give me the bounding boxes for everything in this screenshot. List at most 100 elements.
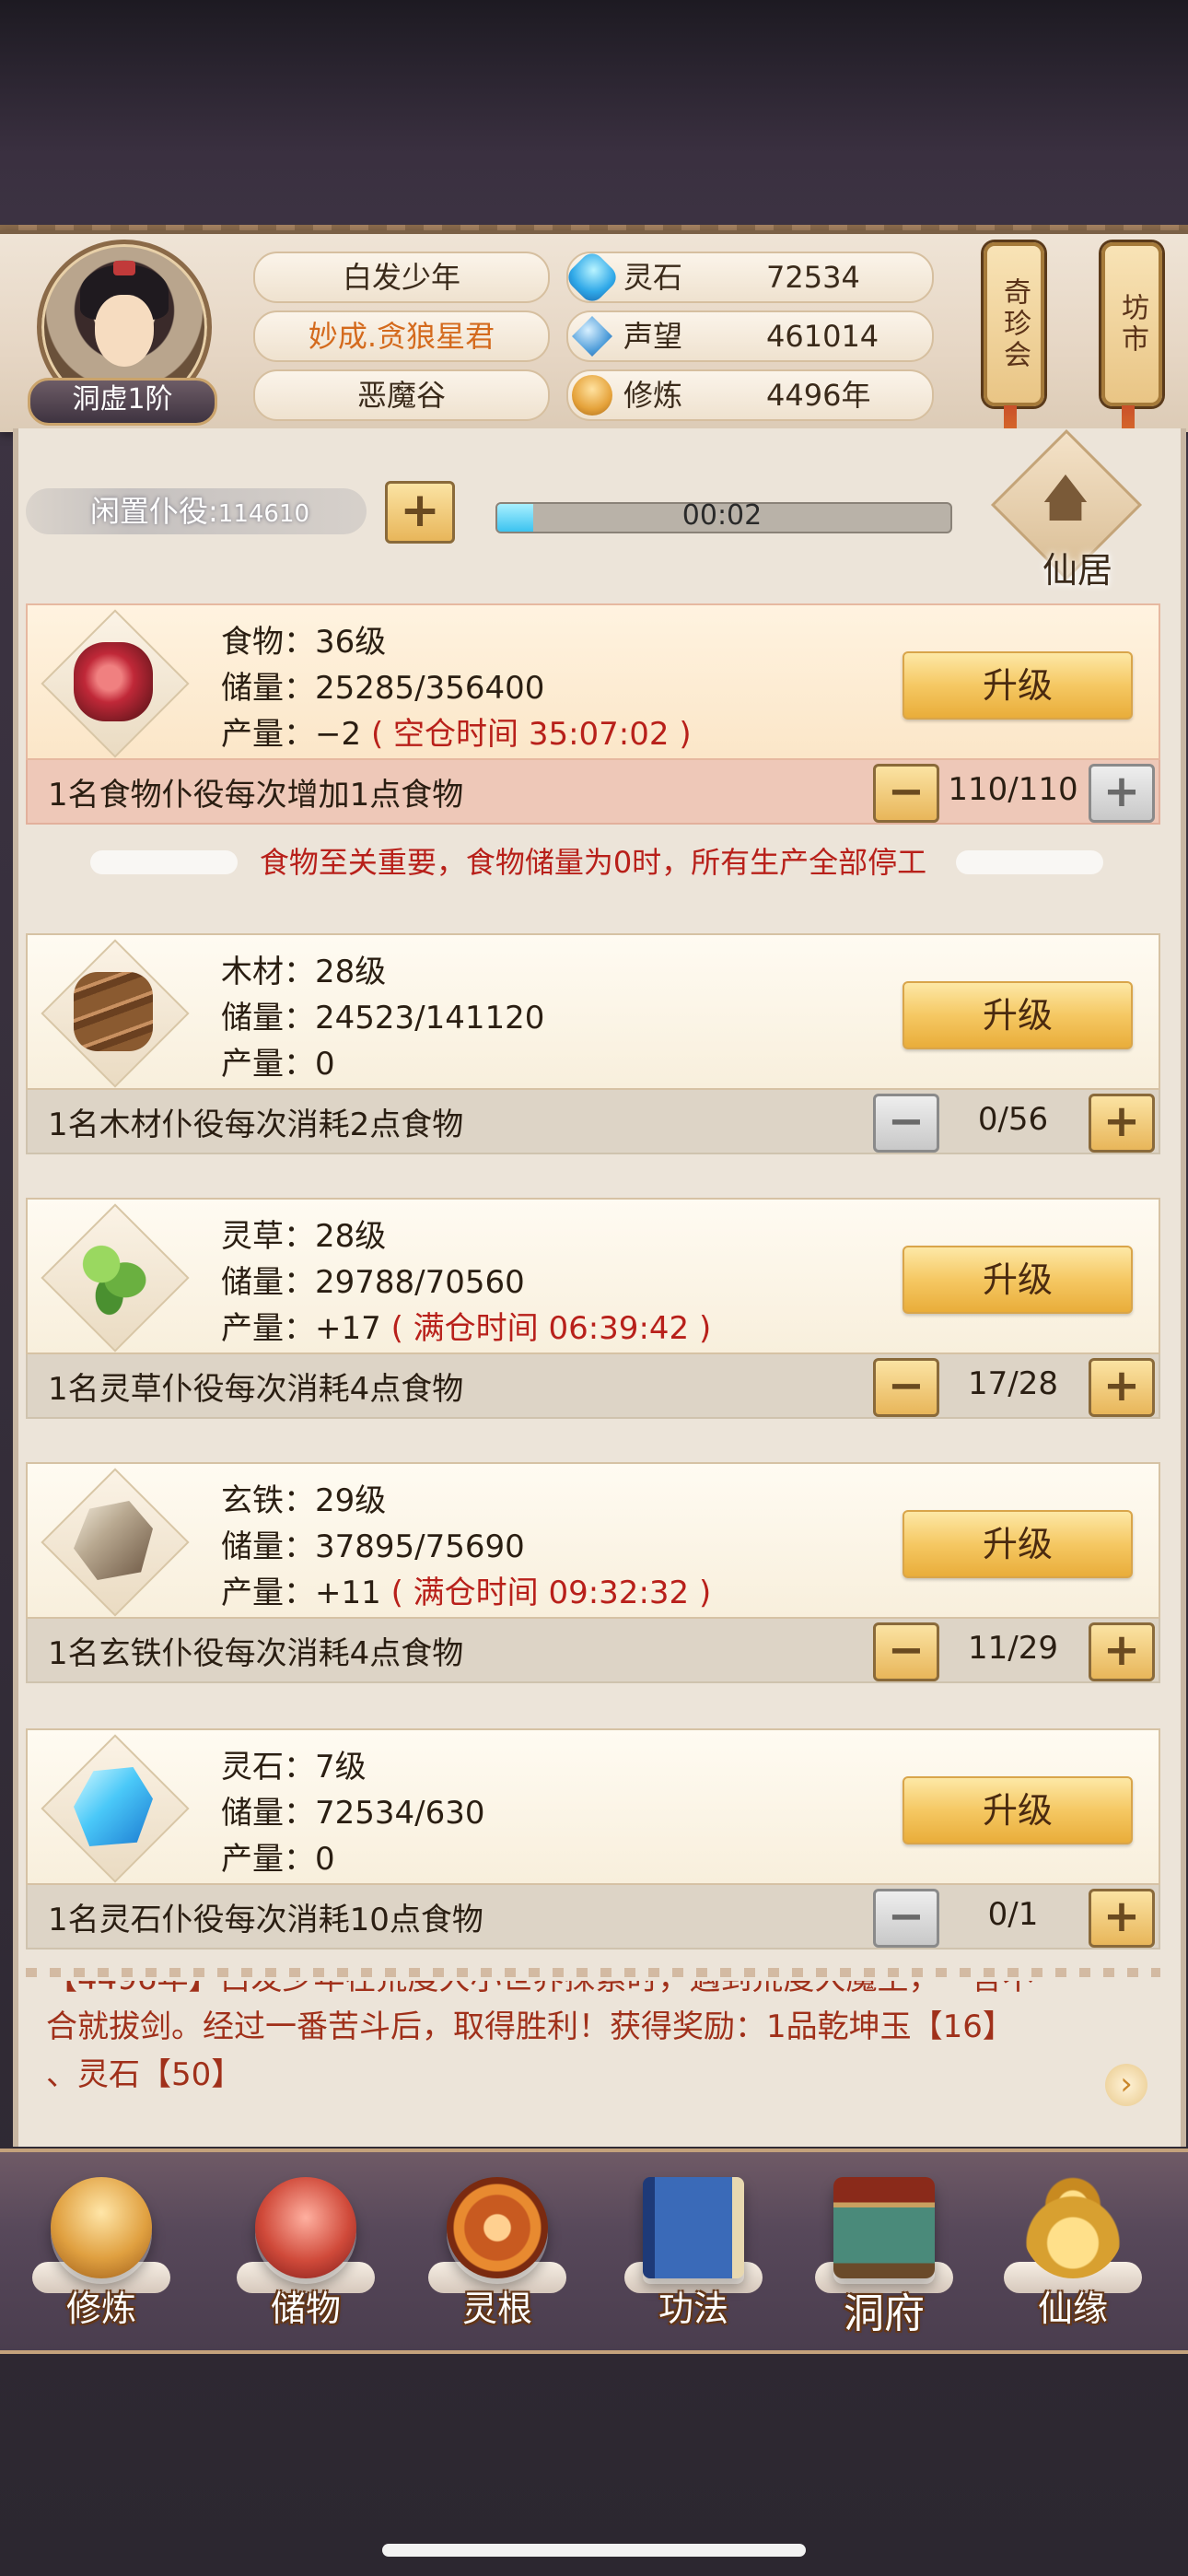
resource-level: 木材：28级 [221, 954, 387, 990]
log-line: 【4496年】白发少年在荒度大小世界探索时，遇到荒度大魔王，一言不 [46, 1981, 1133, 2003]
nav-fortune[interactable]: 仙缘 [995, 2160, 1151, 2345]
nav-spirit-root[interactable]: 灵根 [419, 2160, 576, 2345]
resource-card-iron: 玄铁：29级 储量：37895/75690 产量：+11 ( 满仓时间 09:3… [26, 1462, 1160, 1683]
servant-count: 0/56 [977, 1101, 1049, 1138]
add-servant-button[interactable]: + [385, 481, 455, 544]
stat-value: 4496年 [766, 378, 871, 413]
nav-label: 仙缘 [1037, 2289, 1108, 2329]
increase-servant-button[interactable]: + [1089, 1889, 1155, 1948]
resource-card-food: 食物：36级 储量：25285/356400 产量：−2 ( 空仓时间 35:0… [26, 603, 1160, 825]
servant-description: 1名灵石仆役每次消耗10点食物 [48, 1902, 483, 1938]
treasure-pavilion-button[interactable]: 奇珍会 [984, 242, 1044, 406]
increase-servant-button[interactable]: + [1089, 764, 1155, 823]
event-log-text: 【4496年】白发少年在荒度大小世界探索时，遇到荒度大魔王，一言不 合就拔剑。经… [46, 1981, 1133, 2099]
resource-production: 产量：0 [221, 1833, 335, 1879]
nav-technique[interactable]: 功法 [615, 2160, 772, 2345]
production-value: 产量：+11 [221, 1575, 381, 1611]
meat-icon [74, 642, 153, 721]
wood-logs-icon [74, 972, 153, 1051]
log-expand-arrow-icon[interactable]: › [1105, 2064, 1147, 2106]
rank-badge: 洞虚1阶 [28, 378, 217, 426]
player-title[interactable]: 妙成.贪狼星君 [253, 310, 550, 362]
stat-value: 461014 [766, 319, 879, 354]
log-divider [26, 1968, 1160, 1977]
technique-book-icon [643, 2177, 744, 2278]
stat-label: 灵石 [623, 260, 683, 295]
increase-servant-button[interactable]: + [1089, 1094, 1155, 1153]
nav-label: 灵根 [461, 2289, 532, 2329]
decrease-servant-button[interactable]: − [873, 1889, 939, 1948]
servant-description: 1名木材仆役每次消耗2点食物 [48, 1107, 464, 1143]
cloud-ornament [90, 850, 238, 874]
servant-row: 1名玄铁仆役每次消耗4点食物 − 11/29 + [26, 1619, 1160, 1683]
upgrade-button[interactable]: 升级 [903, 1510, 1133, 1578]
cave-dwelling-icon [833, 2177, 935, 2278]
player-location: 恶魔谷 [253, 369, 550, 421]
resource-production: 产量：+11 ( 满仓时间 09:32:32 ) [221, 1567, 711, 1612]
idle-servants-label: 闲置仆役:114610 [26, 488, 367, 534]
resource-level: 灵石：7级 [221, 1749, 367, 1786]
nav-label: 储物 [270, 2289, 341, 2329]
servant-description: 1名食物仆役每次增加1点食物 [48, 777, 464, 814]
log-line: 合就拔剑。经过一番苦斗后，取得胜利！获得奖励：1品乾坤玉【16】 [46, 2008, 1014, 2045]
storage-bag-icon [255, 2177, 356, 2278]
avatar-face [95, 295, 154, 367]
log-line: 、灵石【50】 [46, 2056, 243, 2093]
servant-description: 1名灵草仆役每次消耗4点食物 [48, 1371, 464, 1408]
nav-storage[interactable]: 储物 [227, 2160, 384, 2345]
resource-storage: 储量：37895/75690 [221, 1528, 525, 1565]
servant-count: 110/110 [948, 771, 1078, 808]
decrease-servant-button[interactable]: − [873, 764, 939, 823]
stat-spirit-stone: 灵石 72534 [563, 248, 934, 307]
resource-storage: 储量：24523/141120 [221, 1000, 545, 1036]
servant-row: 1名木材仆役每次消耗2点食物 − 0/56 + [26, 1090, 1160, 1154]
idle-servants-count: 114610 [217, 500, 310, 528]
decrease-servant-button[interactable]: − [873, 1622, 939, 1681]
resource-storage: 储量：72534/630 [221, 1795, 485, 1832]
resource-card-top: 玄铁：29级 储量：37895/75690 产量：+11 ( 满仓时间 09:3… [26, 1462, 1160, 1619]
spirit-herb-icon [74, 1236, 153, 1316]
idle-servants-text: 闲置仆役: [90, 494, 218, 529]
production-note: ( 满仓时间 06:39:42 ) [390, 1310, 712, 1347]
upgrade-button[interactable]: 升级 [903, 651, 1133, 720]
production-value: 产量：0 [221, 1046, 335, 1083]
stat-label: 声望 [623, 319, 683, 354]
event-log[interactable]: 【4496年】白发少年在荒度大小世界探索时，遇到荒度大魔王，一言不 合就拔剑。经… [26, 1981, 1160, 2142]
production-value: 产量：+17 [221, 1310, 381, 1347]
resource-card-top: 木材：28级 储量：24523/141120 产量：0 升级 [26, 933, 1160, 1090]
increase-servant-button[interactable]: + [1089, 1622, 1155, 1681]
stat-label: 修炼 [623, 378, 683, 413]
decrease-servant-button[interactable]: − [873, 1358, 939, 1417]
home-indicator[interactable] [382, 2544, 806, 2557]
resource-card-wood: 木材：28级 储量：24523/141120 产量：0 升级 1名木材仆役每次消… [26, 933, 1160, 1154]
servant-description: 1名玄铁仆役每次消耗4点食物 [48, 1635, 464, 1672]
resource-card-top: 食物：36级 储量：25285/356400 产量：−2 ( 空仓时间 35:0… [26, 603, 1160, 760]
resource-card-top: 灵石：7级 储量：72534/630 产量：0 升级 [26, 1728, 1160, 1885]
nav-label: 功法 [658, 2289, 728, 2329]
market-button[interactable]: 坊市 [1101, 242, 1162, 406]
production-value: 产量：−2 [221, 716, 362, 753]
upgrade-button[interactable]: 升级 [903, 1776, 1133, 1844]
servant-count: 17/28 [968, 1365, 1058, 1402]
decrease-servant-button[interactable]: − [873, 1094, 939, 1153]
cultivation-icon [572, 375, 612, 416]
player-name: 白发少年 [253, 252, 550, 303]
servant-row: 1名食物仆役每次增加1点食物 − 110/110 + [26, 760, 1160, 825]
stat-value: 72534 [766, 260, 860, 295]
upgrade-button[interactable]: 升级 [903, 1246, 1133, 1314]
recruit-timer: 00:02 [681, 499, 763, 532]
nav-label: 洞府 [844, 2290, 925, 2337]
cultivate-icon [51, 2177, 152, 2278]
resource-card-top: 灵草：28级 储量：29788/70560 产量：+17 ( 满仓时间 06:3… [26, 1198, 1160, 1354]
increase-servant-button[interactable]: + [1089, 1358, 1155, 1417]
upgrade-button[interactable]: 升级 [903, 981, 1133, 1049]
food-warning-text: 食物至关重要，食物储量为0时，所有生产全部停工 [259, 845, 927, 880]
production-note: ( 满仓时间 09:32:32 ) [390, 1575, 712, 1611]
resource-production: 产量：0 [221, 1038, 335, 1083]
nav-cultivate[interactable]: 修炼 [23, 2160, 180, 2345]
production-value: 产量：0 [221, 1841, 335, 1878]
servant-count: 0/1 [987, 1896, 1039, 1933]
reputation-icon [572, 316, 612, 357]
resource-production: 产量：−2 ( 空仓时间 35:07:02 ) [221, 708, 692, 754]
nav-cave-dwelling[interactable]: 洞府 [806, 2160, 962, 2345]
